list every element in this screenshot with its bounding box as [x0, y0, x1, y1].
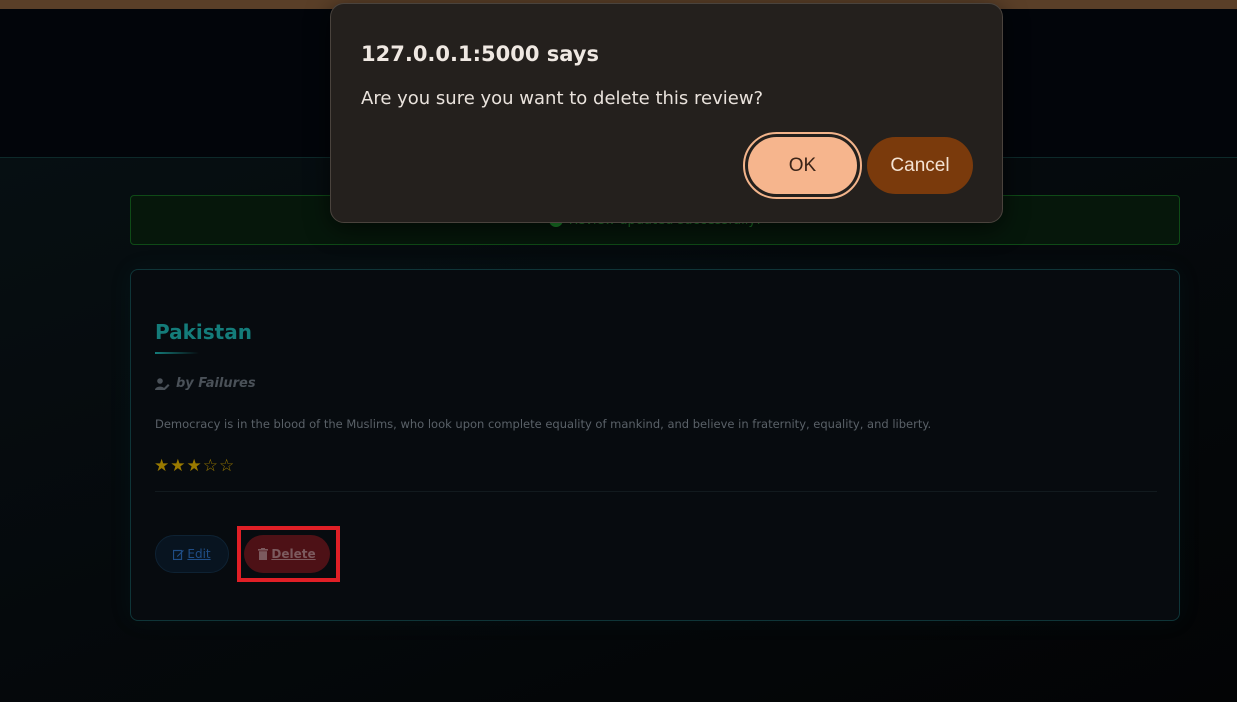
- delete-highlight-box: [237, 526, 340, 582]
- review-title: Pakistan: [155, 320, 252, 344]
- star-filled-icon: ★: [186, 456, 202, 476]
- author-name: by Failures: [176, 376, 256, 391]
- star-filled-icon: ★: [170, 456, 186, 476]
- dialog-title: 127.0.0.1:5000 says: [361, 42, 599, 66]
- dialog-message: Are you sure you want to delete this rev…: [361, 88, 764, 109]
- star-rating: ★ ★ ★ ☆ ☆: [154, 457, 234, 475]
- user-edit-icon: [155, 377, 170, 390]
- edit-icon: [173, 549, 185, 560]
- star-filled-icon: ★: [154, 456, 170, 476]
- review-text: Democracy is in the blood of the Muslims…: [155, 417, 932, 431]
- star-empty-icon: ☆: [202, 456, 218, 476]
- title-underline: [155, 352, 199, 354]
- page: ✓ Review updated successfully! Pakistan …: [0, 0, 1237, 702]
- confirm-dialog: 127.0.0.1:5000 says Are you sure you wan…: [330, 3, 1003, 223]
- cancel-button[interactable]: Cancel: [867, 137, 973, 194]
- ok-button[interactable]: OK: [748, 137, 857, 194]
- review-author: by Failures: [155, 376, 256, 391]
- divider: [155, 491, 1157, 492]
- edit-label: Edit: [187, 547, 211, 561]
- edit-button[interactable]: Edit: [155, 535, 229, 573]
- star-empty-icon: ☆: [219, 456, 235, 476]
